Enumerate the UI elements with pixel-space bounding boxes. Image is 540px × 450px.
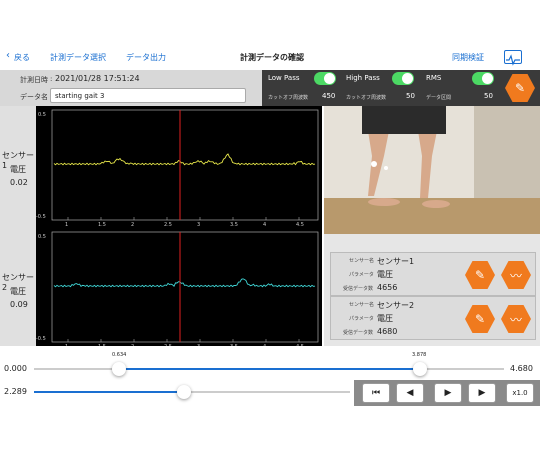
chart-icon: 〰: [509, 312, 522, 327]
sensor2-card-param: 電圧: [377, 314, 393, 323]
range-end: 4.680: [510, 364, 533, 373]
rms-label: RMS: [426, 74, 442, 82]
wave-sync-icon[interactable]: [504, 50, 522, 66]
x-tick-label: 2: [131, 222, 134, 228]
sensor-label-column: センサー1 電圧 0.02 センサー2 電圧 0.09: [0, 106, 36, 346]
plot1-ymin: -0.5: [36, 214, 46, 220]
plot2-frame: [51, 231, 319, 343]
range-lo-handle[interactable]: [112, 362, 126, 376]
step-back-button[interactable]: ◀: [396, 383, 424, 403]
skip-start-icon: ⏮: [371, 388, 381, 398]
sensor2-chart-button[interactable]: 〰: [501, 305, 531, 333]
current-position: 2.289: [4, 387, 27, 396]
x-tick-label: 4: [263, 222, 266, 228]
step-back-icon: ◀: [406, 388, 414, 398]
x-tick-label: 2.5: [164, 222, 172, 228]
sensor1-edit-button[interactable]: ✎: [465, 261, 495, 289]
chart-icon: 〰: [509, 268, 522, 283]
filter-edit-area: ✎: [500, 70, 540, 106]
high-pass-label: High Pass: [346, 74, 380, 82]
sensor1-card-count: 4656: [377, 283, 398, 292]
x-tick-label: 3.5: [230, 222, 238, 228]
x-tick-label: 1.5: [98, 222, 106, 228]
sensor1-value: 0.02: [10, 178, 28, 187]
cutoff-high-label: カットオフ周波数: [346, 95, 387, 101]
plot-area: 0.5 -0.5 11.522.533.544.5 0.5 -0.5 11.52…: [36, 106, 322, 350]
high-pass-toggle[interactable]: [392, 72, 414, 85]
play-button[interactable]: ▶: [434, 383, 462, 403]
plot2-ymax: 0.5: [38, 234, 46, 240]
back-button[interactable]: 戻る: [14, 52, 30, 63]
plot1-frame: [51, 109, 319, 221]
range-lo-label: 0.634: [112, 352, 127, 358]
position-track[interactable]: [184, 391, 350, 393]
range-hi-handle[interactable]: [413, 362, 427, 376]
low-pass-toggle[interactable]: [314, 72, 336, 85]
step-forward-button[interactable]: ▶: [468, 383, 496, 403]
speed-button[interactable]: x1.0: [506, 383, 534, 403]
plot2-x-ticks: 11.522.533.544.5: [65, 339, 304, 350]
range-start: 0.000: [4, 364, 27, 373]
sensor2-card-name: センサー2: [377, 301, 415, 310]
chevron-left-icon[interactable]: ‹: [6, 50, 10, 61]
rms-toggle[interactable]: [472, 72, 494, 85]
sensor2-card[interactable]: センサー名 センサー2 パラメータ 電圧 受信データ数 4680 ✎ 〰: [330, 296, 536, 340]
range-selected: [119, 368, 420, 370]
skip-start-button[interactable]: ⏮: [362, 383, 390, 403]
cutoff-low-label: カットオフ周波数: [268, 95, 309, 101]
data-name-field[interactable]: starting gait 3: [50, 88, 246, 103]
datetime-value: 2021/01/28 17:51:24: [55, 74, 140, 83]
sensor2-edit-button[interactable]: ✎: [465, 305, 495, 333]
playback-controls: ⏮ ◀ ▶ ▶ x1.0: [354, 380, 540, 406]
sync-verify-button[interactable]: 同期検証: [452, 52, 484, 63]
cutoff-low-value[interactable]: 450: [322, 92, 335, 100]
x-tick-label: 1: [65, 222, 68, 228]
sensor1-chart-button[interactable]: 〰: [501, 261, 531, 289]
edit-icon: ✎: [474, 312, 486, 326]
interval-label: データ区間: [426, 95, 452, 101]
plot2-ymin: -0.5: [36, 336, 46, 342]
sensor2-param: 電圧: [10, 287, 26, 296]
sensor1-trace: [53, 153, 316, 166]
video-view[interactable]: [324, 106, 540, 234]
filter-panel: Low Pass High Pass RMS カットオフ周波数 450 カットオ…: [262, 70, 500, 106]
sensor2-card-count: 4680: [377, 327, 398, 336]
sensor1-card[interactable]: センサー名 センサー1 パラメータ 電圧 受信データ数 4656 ✎ 〰: [330, 252, 536, 296]
page-title: 計測データの確認: [240, 53, 304, 62]
datetime-label: 計測日時: [20, 76, 48, 84]
step-forward-icon: ▶: [478, 388, 486, 398]
plot1-x-ticks: 1 1.5 2 2.5 3 3.5 4 4.5: [65, 217, 304, 228]
range-hi-label: 3.878: [412, 352, 427, 358]
filter-edit-button[interactable]: ✎: [505, 74, 535, 102]
play-icon: ▶: [444, 388, 452, 398]
sensor1-param: 電圧: [10, 165, 26, 174]
edit-icon: ✎: [514, 81, 526, 95]
low-pass-label: Low Pass: [268, 74, 300, 82]
plot1-ymax: 0.5: [38, 112, 46, 118]
position-progress: [34, 391, 184, 393]
interval-value[interactable]: 50: [484, 92, 493, 100]
x-tick-label: 3: [197, 222, 200, 228]
position-handle[interactable]: [177, 385, 191, 399]
sensor1-card-param: 電圧: [377, 270, 393, 279]
name-label: データ名: [20, 93, 48, 101]
x-tick-label: 4.5: [296, 222, 304, 228]
nav-bar: ‹ 戻る 計測データ選択 データ出力 計測データの確認 同期検証: [0, 46, 540, 70]
sensor2-trace: [53, 278, 316, 288]
sensor1-card-name: センサー1: [377, 257, 415, 266]
select-data-button[interactable]: 計測データ選択: [50, 52, 106, 63]
sensor2-value: 0.09: [10, 300, 28, 309]
sensor-panel: センサー名 センサー1 パラメータ 電圧 受信データ数 4656 ✎ 〰 センサ…: [324, 234, 540, 346]
cutoff-high-value[interactable]: 50: [406, 92, 415, 100]
export-button[interactable]: データ出力: [126, 52, 166, 63]
edit-icon: ✎: [474, 268, 486, 282]
